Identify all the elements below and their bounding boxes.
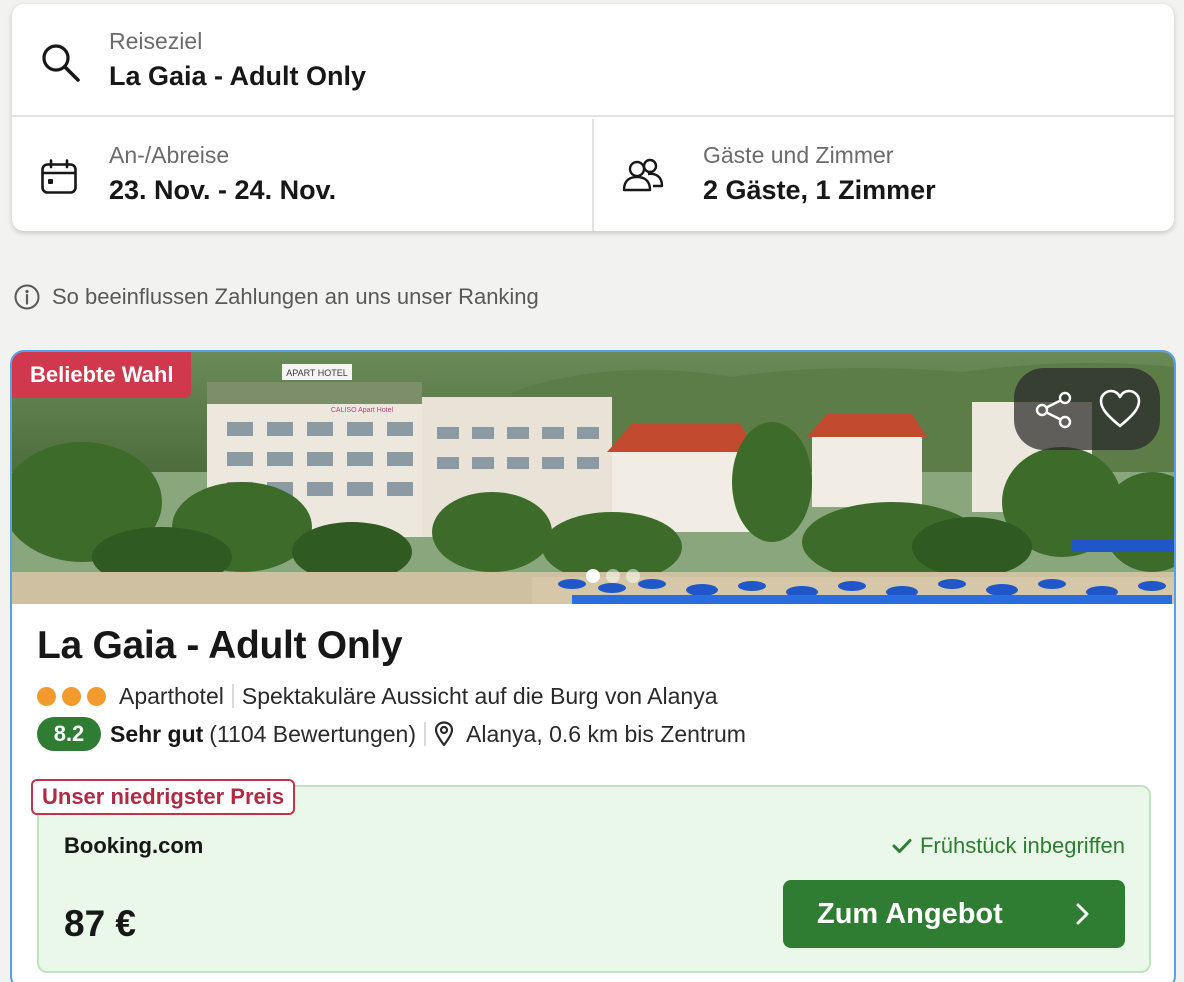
heart-icon[interactable]	[1098, 388, 1142, 430]
hotel-rating-line: 8.2 Sehr gut (1104 Bewertungen) Alanya, …	[37, 717, 746, 751]
destination-label: Reiseziel	[109, 28, 203, 54]
divider	[424, 722, 426, 746]
popular-badge: Beliebte Wahl	[12, 352, 192, 398]
carousel-dot[interactable]	[586, 569, 600, 583]
hotel-type: Aparthotel	[119, 682, 224, 709]
offer-perk-text: Frühstück inbegriffen	[919, 833, 1125, 858]
rating-score-badge[interactable]: 8.2	[37, 717, 101, 751]
review-count[interactable]: (1104 Bewertungen)	[209, 721, 416, 748]
photo-actions	[1014, 368, 1160, 450]
dates-value: 23. Nov. - 24. Nov.	[109, 175, 337, 205]
photo-sign-text-2: CALISO Apart Hotel	[331, 407, 394, 414]
star-icon	[62, 686, 81, 706]
check-icon	[892, 839, 912, 853]
lowest-price-tag: Unser niedrigster Preis	[31, 779, 296, 815]
hotel-highlight: Spektakuläre Aussicht auf die Burg von A…	[241, 682, 718, 709]
hotel-photo[interactable]: APART HOTEL CALISO Apart Hotel Beliebte …	[12, 352, 1174, 604]
dates-label: An-/Abreise	[109, 142, 230, 168]
guests-field[interactable]: Gäste und Zimmer 2 Gäste, 1 Zimmer	[596, 119, 1174, 231]
dates-field[interactable]: An-/Abreise 23. Nov. - 24. Nov.	[12, 119, 594, 231]
guests-label: Gäste und Zimmer	[703, 142, 894, 168]
info-icon	[14, 284, 40, 310]
hotel-card[interactable]: APART HOTEL CALISO Apart Hotel Beliebte …	[10, 350, 1176, 982]
star-icon	[87, 686, 106, 706]
hotel-details-line: Aparthotel Spektakuläre Aussicht auf die…	[37, 680, 718, 712]
hotel-location[interactable]: Alanya, 0.6 km bis Zentrum	[466, 721, 746, 748]
star-rating	[37, 686, 106, 706]
guests-value: 2 Gäste, 1 Zimmer	[703, 175, 936, 205]
ranking-info-text: So beeinflussen Zahlungen an uns unser R…	[52, 284, 539, 309]
carousel-dot[interactable]	[626, 569, 640, 583]
search-icon	[42, 44, 80, 82]
search-card: Reiseziel La Gaia - Adult Only An-/Abrei…	[12, 4, 1174, 231]
view-deal-label: Zum Angebot	[817, 897, 1003, 930]
star-icon	[37, 686, 56, 706]
share-icon[interactable]	[1034, 390, 1074, 430]
chevron-right-icon	[1076, 903, 1089, 925]
map-pin-icon	[434, 721, 454, 747]
calendar-icon	[41, 159, 77, 194]
offer-price: 87 €	[64, 903, 137, 944]
carousel-dot[interactable]	[606, 569, 620, 583]
rating-word: Sehr gut	[110, 720, 204, 747]
hotel-name[interactable]: La Gaia - Adult Only	[37, 624, 403, 668]
divider	[231, 684, 234, 708]
destination-value: La Gaia - Adult Only	[109, 61, 367, 91]
photo-sign-text: APART HOTEL	[286, 368, 348, 378]
users-icon	[622, 158, 664, 192]
destination-field[interactable]: Reiseziel La Gaia - Adult Only	[12, 4, 1174, 117]
view-deal-button[interactable]: Zum Angebot	[783, 880, 1125, 948]
photo-carousel-dots[interactable]	[586, 569, 640, 583]
ranking-info-link[interactable]: So beeinflussen Zahlungen an uns unser R…	[14, 283, 539, 311]
offer-provider: Booking.com	[64, 833, 204, 858]
offer-perk: Frühstück inbegriffen	[892, 833, 1125, 859]
